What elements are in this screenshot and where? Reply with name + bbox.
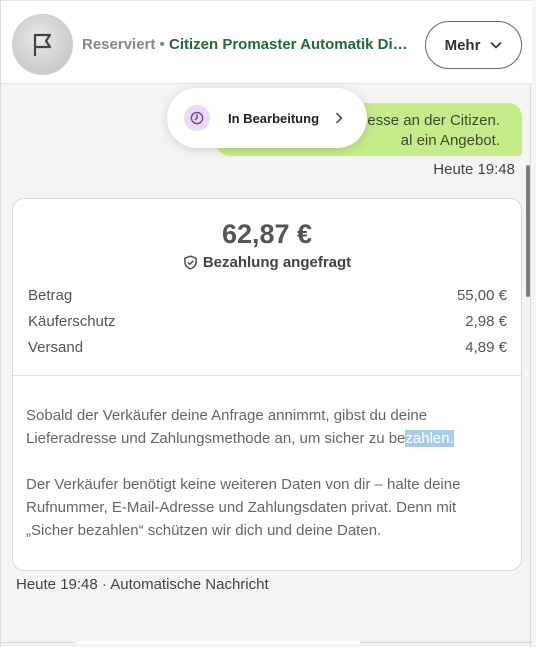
price-row-value: 2,98 € [465, 313, 507, 330]
more-button[interactable]: Mehr [425, 21, 522, 69]
shield-icon [183, 255, 197, 270]
price-row-label: Versand [28, 339, 84, 356]
scrollbar[interactable] [526, 165, 530, 297]
price-row: Betrag 55,00 € [28, 287, 507, 313]
status-toast[interactable]: In Bearbeitung [167, 88, 367, 148]
selected-text: zahlen. [405, 430, 454, 447]
price-breakdown: Betrag 55,00 € Käuferschutz 2,98 € Versa… [28, 287, 507, 365]
more-button-label: Mehr [444, 36, 481, 54]
info-paragraph-1-text: Sobald der Verkäufer deine Anfrage annim… [26, 407, 428, 447]
chat-header: Reserviert • Citizen Promaster Automatik… [1, 0, 532, 84]
price-row-label: Betrag [28, 287, 73, 304]
status-label: Reserviert [82, 36, 156, 53]
message-timestamp: Heute 19:48 [433, 161, 515, 178]
price-row-label: Käuferschutz [28, 313, 116, 330]
flag-icon [33, 33, 52, 56]
header-title[interactable]: Reserviert • Citizen Promaster Automatik… [82, 36, 417, 53]
toast-label: In Bearbeitung [228, 110, 320, 126]
clock-icon [184, 105, 210, 131]
composer-edge [76, 641, 360, 644]
card-divider [13, 375, 521, 376]
price-row-value: 4,89 € [465, 339, 507, 356]
payment-status-label: Bezahlung angefragt [202, 254, 352, 271]
price-row-value: 55,00 € [456, 287, 507, 304]
auto-message-timestamp: Heute 19:48 · Automatische Nachricht [16, 576, 269, 593]
payment-card: 62,87 € Bezahlung angefragt Betrag 55,00… [12, 198, 522, 571]
title-separator: • [155, 36, 169, 53]
chat-window: Reserviert • Citizen Promaster Automatik… [0, 0, 532, 647]
payment-status: Bezahlung angefragt [13, 254, 521, 271]
chevron-right-icon [335, 112, 343, 124]
avatar[interactable] [12, 14, 73, 75]
chevron-down-icon [490, 41, 502, 49]
payment-amount: 62,87 € [221, 219, 313, 249]
price-row: Käuferschutz 2,98 € [28, 313, 507, 339]
price-row: Versand 4,89 € [28, 339, 507, 365]
info-paragraph-1: Sobald der Verkäufer deine Anfrage annim… [26, 404, 496, 450]
info-paragraph-2: Der Verkäufer benötigt keine weiteren Da… [26, 476, 461, 539]
item-title-link[interactable]: Citizen Promaster Automatik Di… [169, 36, 408, 53]
